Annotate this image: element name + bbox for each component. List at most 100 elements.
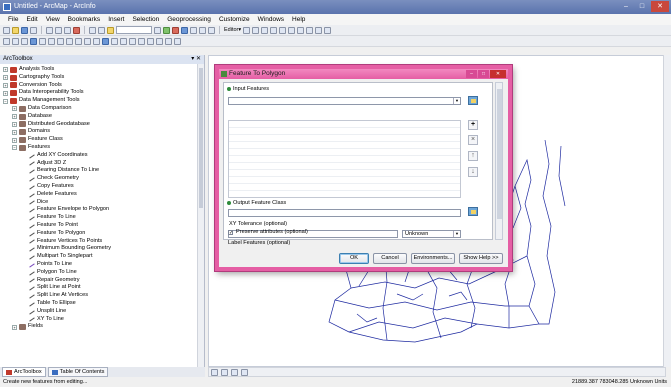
tree-item[interactable]: Feature To Polygon [0,230,204,238]
close-button[interactable]: ✕ [651,1,669,12]
list-item[interactable] [229,156,460,163]
menu-customize[interactable]: Customize [219,16,250,23]
straight-segment-icon[interactable] [261,26,269,34]
dialog-minimize-button[interactable]: – [466,70,477,78]
tree-item[interactable]: Copy Features [0,183,204,191]
list-item[interactable] [229,142,460,149]
tree-item[interactable]: + Distributed Geodatabase [0,121,204,129]
tree-item[interactable]: Bearing Distance To Line [0,167,204,175]
back-extent-icon[interactable] [57,37,64,45]
add-item-button[interactable]: + [468,120,478,130]
input-features-list[interactable] [228,120,461,198]
browse-folder-icon[interactable] [468,96,478,105]
tree-item[interactable]: + Conversion Tools [0,82,204,90]
browse-folder-icon[interactable] [468,207,478,216]
preserve-attributes-row[interactable]: ✓ Preserve attributes (optional) [228,229,308,235]
expand-icon[interactable]: + [12,324,17,330]
menu-geoprocessing[interactable]: Geoprocessing [167,16,211,23]
tree-item[interactable]: + Domains [0,128,204,136]
tree-item[interactable]: XY To Line [0,316,204,324]
tree-item[interactable]: Feature To Line [0,214,204,222]
move-up-button[interactable]: ↑ [468,151,478,161]
input-features-field[interactable]: ▼ [228,97,461,105]
environments-button[interactable]: Environments... [411,253,455,264]
sketch-tool-icon[interactable] [252,26,260,34]
menu-bookmarks[interactable]: Bookmarks [68,16,101,23]
tree-item[interactable]: Multipart To Singlepart [0,253,204,261]
zoom-in-icon[interactable] [3,37,10,45]
tab-table-of-contents[interactable]: Table Of Contents [47,367,109,377]
clear-selection-icon[interactable] [84,37,91,45]
collapse-icon[interactable]: − [3,98,8,104]
move-down-button[interactable]: ↓ [468,167,478,177]
dialog-title-bar[interactable]: Feature To Polygon – □ ✕ [219,69,508,79]
list-item[interactable] [229,163,460,170]
tree-item[interactable]: Adjust 3D Z [0,160,204,168]
print-icon[interactable] [30,26,37,34]
tree-item[interactable]: + Analysis Tools [0,66,204,74]
expand-icon[interactable]: + [12,106,17,112]
viewer-window-icon[interactable] [174,37,181,45]
new-document-icon[interactable] [3,26,10,34]
editor-toolbar-icon[interactable] [154,26,161,34]
menu-windows[interactable]: Windows [258,16,284,23]
tree-item[interactable]: + Data Comparison [0,105,204,113]
attributes-icon[interactable] [306,26,314,34]
chevron-down-icon[interactable]: ▼ [453,98,460,104]
trace-icon[interactable] [279,26,287,34]
dialog-maximize-button[interactable]: □ [478,70,489,78]
split-tool-icon[interactable] [288,26,296,34]
expand-icon[interactable]: + [12,137,17,143]
find-icon[interactable] [111,37,118,45]
menu-selection[interactable]: Selection [132,16,159,23]
tree-item[interactable]: + Database [0,113,204,121]
paste-icon[interactable] [64,26,71,34]
collapse-icon[interactable]: − [12,145,17,151]
cancel-button[interactable]: Cancel [373,253,407,264]
tree-item[interactable]: Feature To Point [0,222,204,230]
fixed-zoom-in-icon[interactable] [39,37,46,45]
rotate-tool-icon[interactable] [297,26,305,34]
panel-header-buttons[interactable]: ▾ ✕ [191,55,201,64]
toolbox-scrollbar-thumb[interactable] [199,68,203,208]
menu-insert[interactable]: Insert [108,16,124,23]
tree-item[interactable]: Table To Ellipse [0,300,204,308]
select-elements-icon[interactable] [93,37,100,45]
tree-item[interactable]: Feature Envelope to Polygon [0,206,204,214]
list-item[interactable] [229,121,460,128]
tree-item[interactable]: Split Line at Point [0,284,204,292]
modelbuilder-icon[interactable] [208,26,215,34]
forward-extent-icon[interactable] [66,37,73,45]
list-item[interactable] [229,128,460,135]
pause-drawing-icon[interactable] [241,368,248,376]
tree-item[interactable]: + Cartography Tools [0,74,204,82]
expand-icon[interactable]: + [3,90,8,96]
tab-arctoolbox[interactable]: ArcToolbox [2,367,46,377]
python-icon[interactable] [199,26,206,34]
cut-icon[interactable] [46,26,53,34]
tree-item[interactable]: Delete Features [0,191,204,199]
layout-view-icon[interactable] [221,368,228,376]
menu-help[interactable]: Help [292,16,305,23]
undo-icon[interactable] [89,26,96,34]
ok-button[interactable]: OK [339,253,369,264]
copy-icon[interactable] [55,26,62,34]
map-scale-combo[interactable] [116,26,152,34]
save-icon[interactable] [21,26,28,34]
endpoint-arc-icon[interactable] [270,26,278,34]
map-vertical-scrollbar[interactable] [663,55,671,367]
xy-go-to-icon[interactable] [129,37,136,45]
tree-item[interactable]: Feature Vertices To Points [0,238,204,246]
expand-icon[interactable]: + [3,67,8,73]
delete-icon[interactable] [73,26,80,34]
route-icon[interactable] [120,37,127,45]
time-slider-icon[interactable] [165,37,172,45]
tree-item[interactable]: Points To Line [0,261,204,269]
toolbox-scrollbar[interactable] [197,64,204,367]
tree-item[interactable]: Check Geometry [0,175,204,183]
list-item[interactable] [229,177,460,184]
html-popup-icon[interactable] [156,37,163,45]
tree-item[interactable]: − Data Management Tools [0,97,204,105]
tree-item[interactable]: Minimum Bounding Geometry [0,245,204,253]
tree-item[interactable]: + Fields [0,323,204,331]
